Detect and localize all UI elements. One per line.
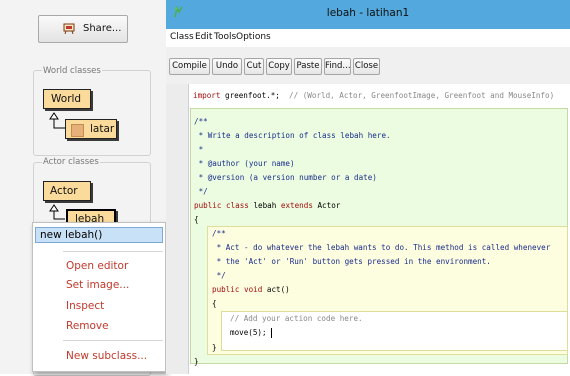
code-line-doc: * (194, 145, 204, 154)
menu-item-open-editor[interactable]: Open editor (66, 260, 128, 272)
code-line-doc: * @version (a version number or a date) (194, 173, 377, 182)
class-latar[interactable]: latar (65, 119, 117, 139)
code-line-import: import greenfoot.*; // (World, Actor, Gr… (193, 91, 555, 100)
code-line-body-comment: // Add your action code here. (230, 314, 363, 323)
menu-item-inspect[interactable]: Inspect (66, 300, 104, 312)
menu-item-remove[interactable]: Remove (66, 320, 109, 332)
code-line-method-doc: */ (212, 271, 226, 280)
actor-classes-title: Actor classes (42, 157, 100, 167)
cut-button[interactable]: Cut (244, 58, 264, 75)
copy-button[interactable]: Copy (266, 58, 292, 75)
code-line-doc: */ (194, 187, 208, 196)
code-line-brace: { (194, 215, 199, 224)
title-bar: lebah - latihan1 (166, 0, 570, 29)
class-actor-label: Actor (50, 185, 78, 197)
menu-item-label: new lebah() (40, 229, 103, 241)
compile-button[interactable]: Compile (169, 58, 210, 75)
world-classes-title: World classes (42, 66, 102, 76)
menu-item-set-image[interactable]: Set image... (66, 279, 129, 291)
code-line-doc: /** (194, 117, 208, 126)
menu-separator (63, 251, 163, 252)
window-title: lebah - latihan1 (326, 7, 410, 19)
code-line-doc: * Write a description of class lebah her… (194, 131, 391, 140)
menu-item-new-lebah[interactable]: new lebah() (35, 227, 163, 243)
find-button[interactable]: Find... (324, 58, 351, 75)
class-world-label: World (51, 93, 82, 105)
code-line-method-doc: * Act - do whatever the lebah wants to d… (212, 243, 551, 252)
close-button[interactable]: Close (353, 58, 380, 75)
code-line-brace: { (212, 299, 217, 308)
code-line-brace: } (194, 357, 199, 366)
code-line-method-doc: /** (212, 229, 226, 238)
toolbar: Compile Undo Cut Copy Paste Find... Clos… (166, 47, 570, 85)
menu-bar: Class Edit Tools Options (166, 29, 570, 47)
paste-button[interactable]: Paste (294, 58, 322, 75)
text-cursor (271, 328, 272, 338)
code-line-class-decl: public class lebah extends Actor (194, 201, 341, 210)
menu-tools[interactable]: Tools (214, 32, 236, 42)
share-button[interactable]: Share... (38, 15, 128, 43)
code-line-method-decl: public void act() (212, 285, 290, 294)
menu-options[interactable]: Options (236, 32, 271, 42)
greenfoot-class-panel: Share... World classes World latar Actor… (0, 0, 166, 376)
class-actor[interactable]: Actor (43, 181, 91, 201)
class-latar-label: latar (90, 123, 115, 135)
code-line-doc: * @author (your name) (194, 159, 295, 168)
class-world[interactable]: World (43, 89, 91, 109)
menu-separator (63, 340, 163, 341)
inherit-arrow-icon (49, 112, 65, 129)
menu-item-new-subclass[interactable]: New subclass... (66, 350, 147, 362)
menu-class[interactable]: Class (170, 32, 194, 42)
share-icon (63, 23, 75, 34)
code-line-method-doc: * the 'Act' or 'Run' button gets pressed… (212, 257, 491, 266)
menu-edit[interactable]: Edit (195, 32, 212, 42)
inherit-arrow-icon (49, 204, 65, 220)
latar-image-icon (71, 124, 84, 137)
code-line-brace: } (212, 343, 217, 352)
context-menu: new lebah() Open editor Set image... Ins… (32, 222, 166, 372)
code-line-body-statement: move(5); (230, 328, 267, 337)
undo-button[interactable]: Undo (212, 58, 242, 75)
share-label: Share... (83, 23, 122, 34)
line-gutter (166, 84, 188, 374)
